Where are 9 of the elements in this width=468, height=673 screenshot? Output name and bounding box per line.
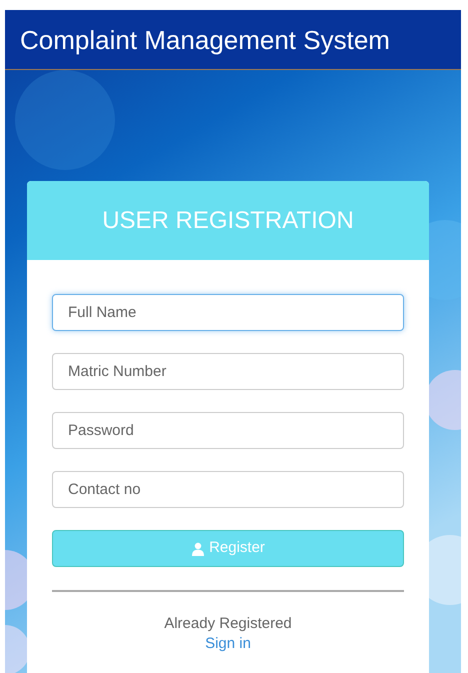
- input-field[interactable]: Full Name: [52, 294, 404, 331]
- card-title: USER REGISTRATION: [102, 206, 354, 236]
- already-registered-text: Already Registered: [164, 614, 292, 634]
- user-icon: [191, 542, 206, 556]
- input-field[interactable]: Matric Number: [52, 353, 404, 390]
- sign-in-link[interactable]: Sign in: [205, 634, 251, 654]
- input-field[interactable]: Contact no: [52, 471, 404, 508]
- input-field[interactable]: Password: [52, 412, 404, 449]
- app-title: Complaint Management System: [20, 26, 390, 52]
